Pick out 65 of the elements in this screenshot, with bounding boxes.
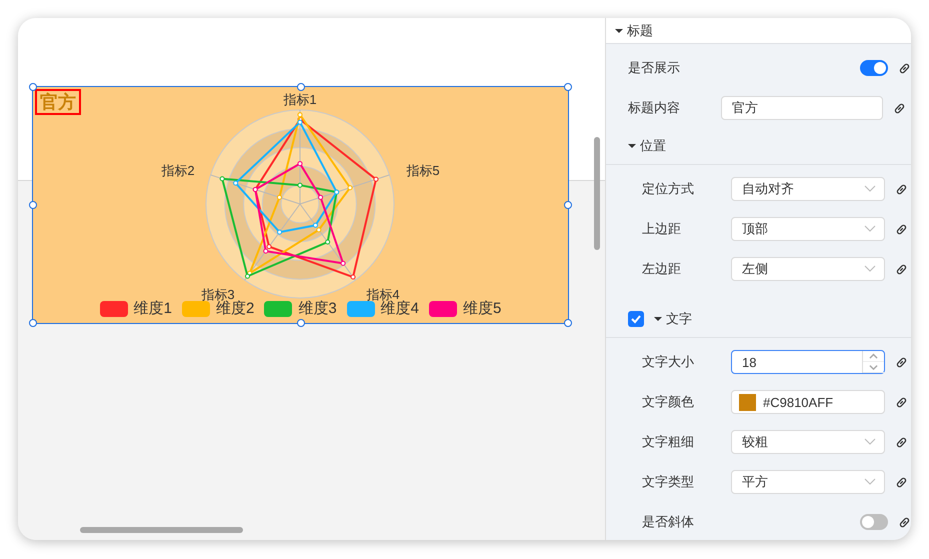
- color-field[interactable]: #C9810AFF: [731, 390, 885, 414]
- field-label: 文字颜色: [642, 393, 695, 411]
- field-label: 是否斜体: [642, 513, 695, 531]
- link-icon[interactable]: [895, 182, 908, 196]
- select-field[interactable]: 较粗: [731, 430, 885, 454]
- resize-handle[interactable]: [29, 319, 37, 327]
- checkbox[interactable]: [628, 311, 644, 327]
- link-icon[interactable]: [895, 356, 908, 368]
- field-label: 文字粗细: [642, 433, 695, 451]
- legend-label[interactable]: 维度3: [298, 299, 337, 318]
- scrollbar-thumb[interactable]: [80, 527, 243, 533]
- chevron-icon: [864, 185, 876, 193]
- resize-handle[interactable]: [29, 201, 37, 209]
- select-field[interactable]: 平方: [731, 470, 885, 494]
- legend-swatch[interactable]: [182, 300, 210, 316]
- chevron-icon: [864, 478, 876, 486]
- chevron-icon: [864, 225, 876, 233]
- axis-label: 指标2: [161, 163, 195, 178]
- link-icon[interactable]: [895, 476, 908, 488]
- scrollbar-thumb[interactable]: [594, 137, 600, 250]
- select-field[interactable]: 自动对齐: [731, 177, 885, 201]
- link-icon[interactable]: [895, 222, 908, 236]
- chart-card[interactable]: 指标1 指标2 指标3 指标4 指标5 官方 维度1 维度2 维度3 维度4 维度5: [33, 87, 568, 323]
- select-field[interactable]: 左侧: [731, 257, 885, 281]
- link-icon[interactable]: [895, 396, 908, 408]
- axis-label: 指标3: [201, 287, 235, 302]
- link-icon[interactable]: [895, 436, 908, 448]
- resize-handle[interactable]: [564, 319, 572, 327]
- field-label: 文字大小: [642, 353, 695, 371]
- field-label: 上边距: [642, 220, 682, 238]
- legend-label[interactable]: 维度5: [463, 299, 502, 318]
- axis-label: 指标4: [366, 287, 400, 302]
- link-icon[interactable]: [898, 516, 911, 528]
- field-label: 是否展示: [628, 59, 681, 77]
- legend-swatch[interactable]: [100, 300, 128, 316]
- field-label: 定位方式: [642, 180, 695, 198]
- section-title[interactable]: 位置: [640, 137, 666, 155]
- field-label: 文字类型: [642, 473, 695, 491]
- text-field[interactable]: 官方: [721, 96, 883, 120]
- legend-label[interactable]: 维度2: [216, 299, 254, 318]
- select-field[interactable]: 顶部: [731, 217, 885, 241]
- field-label: 左边距: [642, 260, 682, 278]
- legend-swatch[interactable]: [264, 300, 292, 316]
- resize-handle[interactable]: [564, 201, 572, 209]
- chevron-icon: [864, 438, 876, 446]
- chevron-icon: [864, 265, 876, 273]
- caret-down-icon[interactable]: [615, 28, 623, 34]
- axis-label: 指标1: [283, 92, 317, 107]
- axis-label: 指标5: [406, 163, 440, 178]
- legend-label[interactable]: 维度1: [134, 299, 172, 318]
- field-label: 标题内容: [628, 99, 681, 117]
- toggle-switch[interactable]: [860, 514, 888, 530]
- color-swatch[interactable]: [739, 394, 756, 410]
- legend-swatch[interactable]: [346, 300, 375, 316]
- caret-down-icon[interactable]: [628, 143, 636, 149]
- caret-down-icon[interactable]: [654, 316, 662, 322]
- link-icon[interactable]: [895, 262, 908, 276]
- link-icon[interactable]: [893, 102, 906, 114]
- link-icon[interactable]: [898, 62, 911, 74]
- toggle-switch[interactable]: [860, 60, 888, 76]
- section-title[interactable]: 文字: [666, 310, 692, 328]
- legend-label[interactable]: 维度4: [380, 299, 420, 318]
- section-title[interactable]: 标题: [627, 22, 653, 40]
- chart-title: 官方: [35, 89, 81, 115]
- legend-swatch[interactable]: [429, 300, 458, 316]
